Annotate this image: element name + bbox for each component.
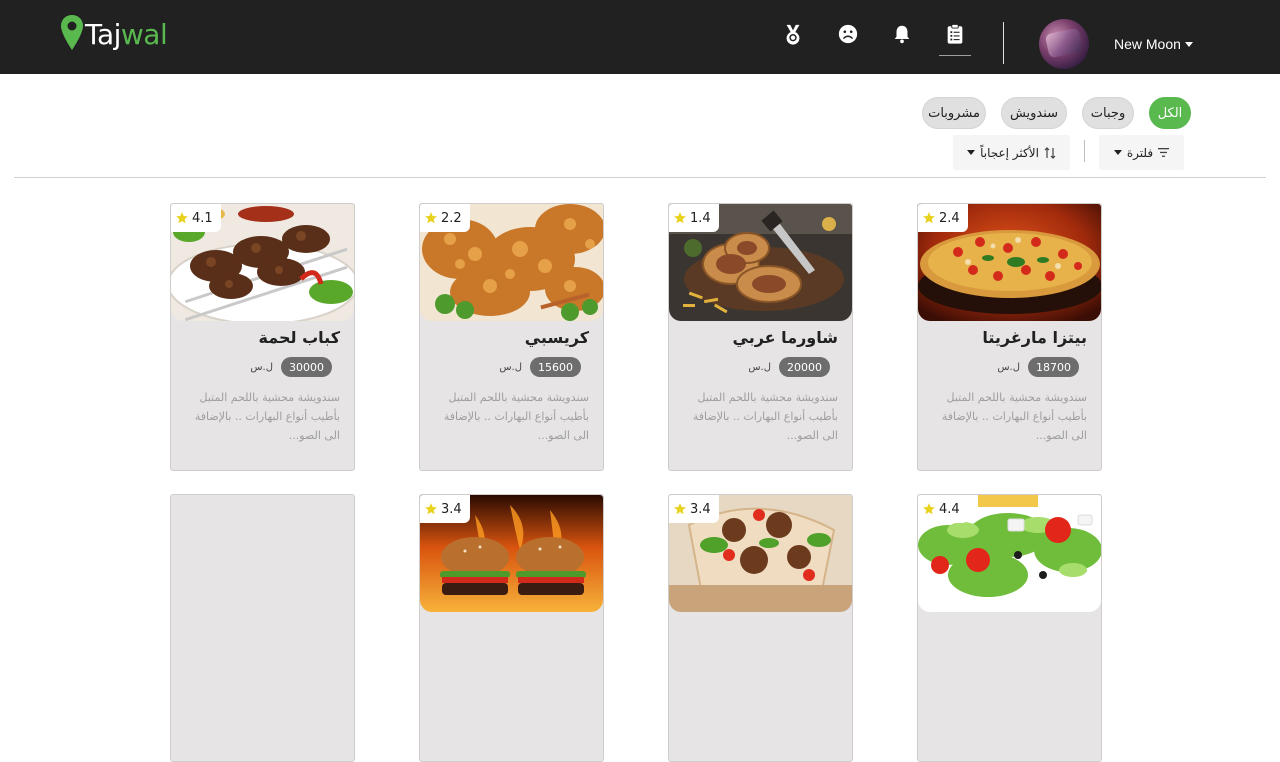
rating-badge: 2.4 bbox=[918, 204, 968, 232]
rating-value: 2.4 bbox=[939, 210, 960, 226]
star-icon bbox=[425, 503, 437, 515]
rating-value: 4.4 bbox=[939, 501, 960, 517]
product-image: 4.4 bbox=[918, 495, 1101, 612]
rating-badge: 3.4 bbox=[420, 495, 470, 523]
product-name: بيتزا مارغريتا bbox=[982, 328, 1087, 347]
product-image: 3.4 bbox=[420, 495, 603, 612]
star-icon bbox=[425, 212, 437, 224]
filter-button[interactable]: فلترة bbox=[1099, 135, 1184, 170]
toolbar-separator bbox=[1084, 140, 1085, 162]
currency-label: ل.س bbox=[748, 361, 771, 373]
tajwal-logo[interactable]: Tajwal bbox=[60, 12, 168, 52]
product-description: سندويشة محشية باللحم المتبل بأطيب أنواع … bbox=[692, 391, 838, 442]
category-chip-meals[interactable]: وجبات bbox=[1082, 97, 1134, 129]
price-badge: 15600 bbox=[530, 357, 581, 377]
price-badge: 20000 bbox=[779, 357, 830, 377]
rating-value: 1.4 bbox=[690, 210, 711, 226]
filter-icon bbox=[1158, 148, 1170, 157]
sad-face-icon[interactable] bbox=[836, 22, 860, 46]
logo-text: Tajwal bbox=[85, 18, 168, 52]
product-card-placeholder[interactable] bbox=[170, 494, 355, 762]
sort-arrows-icon bbox=[1044, 146, 1056, 159]
logo-text-part2: wal bbox=[120, 18, 168, 51]
filter-label: فلترة bbox=[1126, 145, 1154, 160]
product-card[interactable]: 4.4 bbox=[917, 494, 1102, 762]
star-icon bbox=[176, 212, 188, 224]
rating-badge: 2.2 bbox=[420, 204, 470, 232]
price-badge: 18700 bbox=[1028, 357, 1079, 377]
rating-badge: 1.4 bbox=[669, 204, 719, 232]
sort-label: الأكثر إعجاباً bbox=[980, 145, 1039, 160]
price-row: ل.س 20000 bbox=[748, 357, 830, 377]
category-chip-drinks[interactable]: مشروبات bbox=[922, 97, 986, 129]
caret-down-icon bbox=[1113, 150, 1122, 155]
rating-value: 3.4 bbox=[690, 501, 711, 517]
product-description: سندويشة محشية باللحم المتبل بأطيب أنواع … bbox=[443, 391, 589, 442]
rating-badge: 3.4 bbox=[669, 495, 719, 523]
product-image: 1.4 bbox=[669, 204, 852, 321]
product-image: 4.1 bbox=[171, 204, 354, 321]
star-icon bbox=[674, 503, 686, 515]
star-icon bbox=[923, 503, 935, 515]
currency-label: ل.س bbox=[997, 361, 1020, 373]
active-tab-indicator bbox=[939, 55, 971, 56]
category-chip-all[interactable]: الكل bbox=[1149, 97, 1191, 129]
user-avatar[interactable] bbox=[1039, 19, 1089, 69]
user-name-label: New Moon bbox=[1114, 36, 1181, 52]
rating-value: 2.2 bbox=[441, 210, 462, 226]
product-name: كباب لحمة bbox=[258, 328, 340, 347]
star-icon bbox=[674, 212, 686, 224]
top-navbar: Tajwal New Moon bbox=[0, 0, 1280, 74]
product-card[interactable]: 1.4 شاورما عربي ل.س 20000 سندويشة محشية … bbox=[668, 203, 853, 471]
bell-icon[interactable] bbox=[890, 22, 914, 46]
product-description: سندويشة محشية باللحم المتبل بأطيب أنواع … bbox=[194, 391, 340, 442]
navbar-divider bbox=[1003, 22, 1004, 64]
product-card[interactable]: 2.4 بيتزا مارغريتا ل.س 18700 سندويشة محش… bbox=[917, 203, 1102, 471]
rating-badge: 4.1 bbox=[171, 204, 221, 232]
product-description: سندويشة محشية باللحم المتبل بأطيب أنواع … bbox=[941, 391, 1087, 442]
location-pin-icon bbox=[61, 15, 83, 50]
medal-icon[interactable] bbox=[781, 22, 805, 46]
product-name: كريسبي bbox=[524, 328, 589, 347]
product-card[interactable]: 2.2 كريسبي ل.س 15600 سندويشة محشية باللح… bbox=[419, 203, 604, 471]
sort-button[interactable]: الأكثر إعجاباً bbox=[953, 135, 1070, 170]
logo-text-part1: Taj bbox=[85, 18, 121, 51]
product-image: 2.2 bbox=[420, 204, 603, 321]
price-badge: 30000 bbox=[281, 357, 332, 377]
price-row: ل.س 15600 bbox=[499, 357, 581, 377]
product-card[interactable]: 4.1 كباب لحمة ل.س 30000 سندويشة محشية با… bbox=[170, 203, 355, 471]
product-image: 2.4 bbox=[918, 204, 1101, 321]
caret-down-icon bbox=[1184, 41, 1193, 47]
price-row: ل.س 18700 bbox=[997, 357, 1079, 377]
currency-label: ل.س bbox=[250, 361, 273, 373]
caret-down-icon bbox=[967, 150, 976, 155]
category-chip-sandwiches[interactable]: سندويش bbox=[1001, 97, 1067, 129]
user-menu[interactable]: New Moon bbox=[1114, 36, 1193, 52]
rating-value: 3.4 bbox=[441, 501, 462, 517]
product-image: 3.4 bbox=[669, 495, 852, 612]
price-row: ل.س 30000 bbox=[250, 357, 332, 377]
rating-badge: 4.4 bbox=[918, 495, 968, 523]
product-name: شاورما عربي bbox=[732, 328, 838, 347]
rating-value: 4.1 bbox=[192, 210, 213, 226]
toolbar-bottom-border bbox=[14, 177, 1266, 178]
star-icon bbox=[923, 212, 935, 224]
currency-label: ل.س bbox=[499, 361, 522, 373]
product-card[interactable]: 3.4 bbox=[419, 494, 604, 762]
clipboard-icon[interactable] bbox=[943, 22, 967, 46]
product-card[interactable]: 3.4 bbox=[668, 494, 853, 762]
